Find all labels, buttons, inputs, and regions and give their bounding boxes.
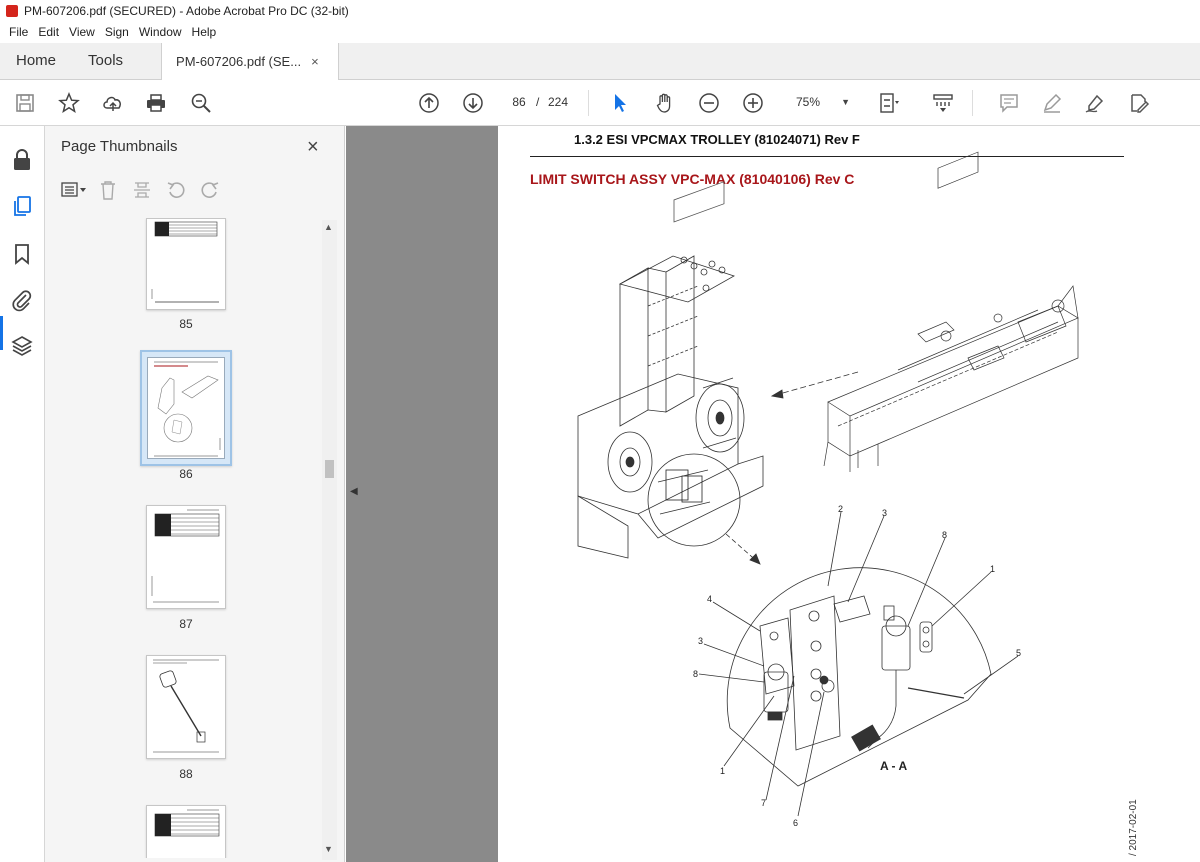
page-separator: / — [536, 95, 540, 109]
previous-page-icon[interactable] — [417, 91, 441, 115]
print-icon[interactable] — [144, 91, 168, 115]
sign-pen-icon[interactable] — [1083, 91, 1107, 115]
thumbnail-label-87: 87 — [179, 617, 193, 631]
upload-cloud-icon[interactable] — [101, 91, 125, 115]
callout-8-left: 8 — [693, 669, 698, 679]
panel-title: Page Thumbnails — [61, 138, 178, 155]
page-thumbnails-panel: Page Thumbnails × 85 86 87 88 ▲ ▼ — [45, 126, 345, 862]
callout-4: 4 — [707, 594, 712, 604]
comment-icon[interactable] — [997, 91, 1021, 115]
layers-icon[interactable] — [10, 334, 34, 358]
tab-home[interactable]: Home — [0, 42, 72, 79]
menu-view[interactable]: View — [64, 25, 100, 39]
title-bar: PM-607206.pdf (SECURED) - Adobe Acrobat … — [0, 0, 1200, 22]
hand-tool-icon[interactable] — [653, 91, 677, 115]
toolbar-divider — [588, 90, 589, 116]
upper-assembly-drawing — [577, 181, 859, 565]
thumbnail-label-88: 88 — [179, 767, 193, 781]
thumbnail-label-86: 86 — [179, 467, 193, 481]
page-number-input[interactable]: 86 — [506, 91, 532, 113]
menu-bar: File Edit View Sign Window Help — [0, 22, 1200, 42]
menu-edit[interactable]: Edit — [33, 25, 64, 39]
callout-2: 2 — [838, 504, 843, 514]
thumbnail-scrollbar[interactable]: ▲ ▼ — [322, 220, 337, 860]
callout-6: 6 — [793, 818, 798, 828]
thumbnail-page-87[interactable] — [146, 505, 226, 609]
chevron-down-icon: ▼ — [841, 97, 850, 107]
callout-7: 7 — [761, 798, 766, 808]
close-tab-icon[interactable]: × — [311, 54, 319, 69]
scrollbar-thumb[interactable] — [325, 460, 334, 478]
bookmark-icon[interactable] — [10, 242, 34, 266]
scroll-mode-icon[interactable] — [931, 91, 955, 115]
callout-8-right: 8 — [942, 530, 947, 540]
next-page-icon[interactable] — [461, 91, 485, 115]
callout-3-top: 3 — [882, 508, 887, 518]
page-total: 224 — [548, 95, 569, 109]
rotate-clockwise-icon[interactable] — [197, 178, 223, 202]
attachment-paperclip-icon[interactable] — [10, 288, 34, 312]
menu-window[interactable]: Window — [134, 25, 187, 39]
zoom-level-value: 75% — [796, 95, 821, 109]
zoom-in-icon[interactable] — [741, 91, 765, 115]
zoom-level-select[interactable]: 75% ▼ — [790, 91, 854, 113]
section-view-label: A - A — [880, 759, 907, 773]
thumbnail-list: 85 86 87 88 — [45, 218, 323, 858]
tab-document[interactable]: PM-607206.pdf (SE... × — [161, 43, 340, 80]
callout-1-left: 1 — [720, 766, 725, 776]
left-rail — [0, 126, 45, 862]
technical-drawing: 2 3 8 1 4 3 8 5 1 7 6 A - A — [577, 151, 1079, 828]
thumbnail-toolbar — [61, 178, 231, 202]
toolbar-divider — [972, 90, 973, 116]
collapse-panel-icon[interactable]: ◀ — [350, 486, 358, 497]
thumbnail-label-85: 85 — [179, 317, 193, 331]
active-rail-indicator — [0, 316, 3, 350]
callout-5: 5 — [1016, 648, 1021, 658]
tab-bar: Home Tools PM-607206.pdf (SE... × — [0, 43, 1200, 80]
delete-page-icon[interactable] — [95, 178, 121, 202]
section-view-aa-drawing — [698, 511, 1019, 817]
star-bookmark-icon[interactable] — [57, 91, 81, 115]
edit-document-icon[interactable] — [1127, 91, 1151, 115]
thumbnail-options-icon[interactable] — [61, 178, 87, 202]
callout-labels: 2 3 8 1 4 3 8 5 1 7 6 A - A — [693, 504, 1021, 828]
page-fit-icon[interactable] — [877, 91, 901, 115]
zoom-out-icon[interactable] — [697, 91, 721, 115]
rotate-counterclockwise-icon[interactable] — [163, 178, 189, 202]
menu-file[interactable]: File — [4, 25, 33, 39]
thumbnail-page-86-selected[interactable] — [140, 350, 232, 466]
callout-3-left: 3 — [698, 636, 703, 646]
close-panel-icon[interactable]: × — [307, 136, 319, 159]
select-cursor-icon[interactable] — [608, 91, 632, 115]
save-icon[interactable] — [13, 91, 37, 115]
thumbnail-page-88[interactable] — [146, 655, 226, 759]
thumbnail-page-89[interactable] — [146, 805, 226, 858]
tab-document-label: PM-607206.pdf (SE... — [176, 54, 302, 69]
menu-sign[interactable]: Sign — [100, 25, 134, 39]
window-title: PM-607206.pdf (SECURED) - Adobe Acrobat … — [24, 4, 349, 18]
lock-icon[interactable] — [10, 148, 34, 172]
trolley-frame-drawing — [823, 151, 1079, 472]
scroll-down-icon[interactable]: ▼ — [324, 844, 333, 854]
extract-page-icon[interactable] — [129, 178, 155, 202]
acrobat-app-icon — [6, 5, 18, 17]
menu-help[interactable]: Help — [187, 25, 222, 39]
scroll-up-icon[interactable]: ▲ — [324, 222, 333, 232]
thumbnail-page-85[interactable] — [146, 218, 226, 310]
acrobat-window: { "window": { "title": "PM-607206.pdf (S… — [0, 0, 1200, 862]
zoom-search-icon[interactable] — [189, 91, 213, 115]
pdf-page: 1.3.2 ESI VPCMAX TROLLEY (81024071) Rev … — [498, 126, 1200, 862]
page-thumbnails-icon[interactable] — [10, 194, 34, 218]
callout-1-right: 1 — [990, 564, 995, 574]
tab-tools[interactable]: Tools — [72, 42, 139, 79]
highlight-pen-icon[interactable] — [1040, 91, 1064, 115]
